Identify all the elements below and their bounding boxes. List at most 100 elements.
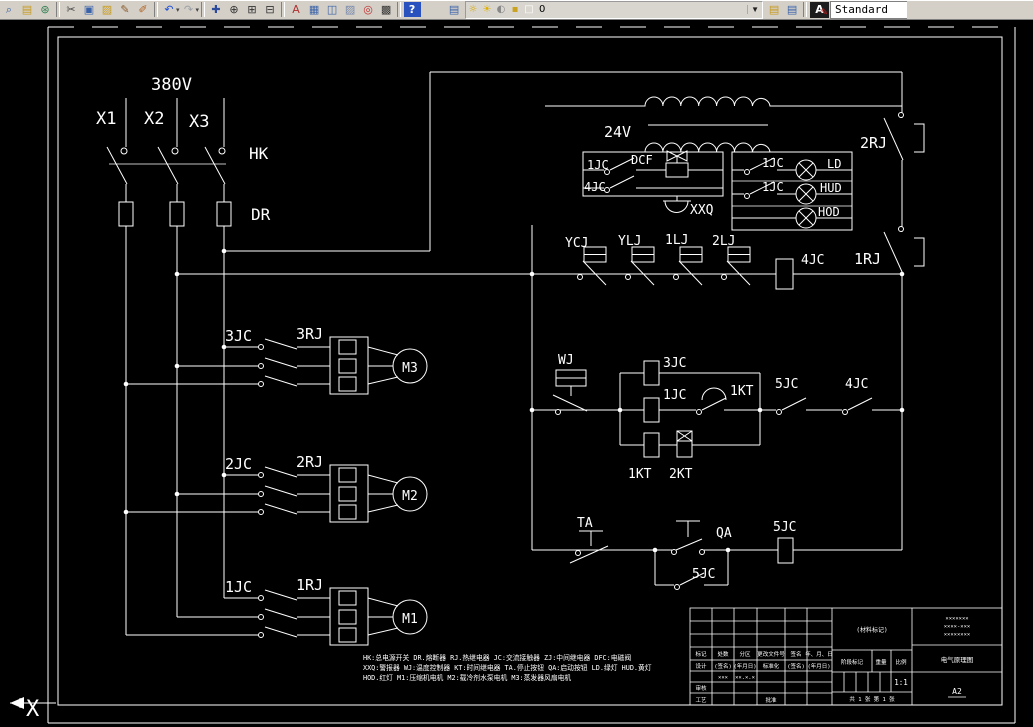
legend-line-1: HK:总电源开关 DR.熔断器 RJ.热继电器 JC:交流接触器 ZJ:中间继电… xyxy=(363,653,631,662)
titleblock-text-23: ××××××× xyxy=(945,616,968,622)
text-style-combo[interactable]: Standard xyxy=(830,0,908,19)
toolbar-separator xyxy=(154,2,158,17)
drawing-canvas[interactable]: 380V X1 X2 X3 HK DR 24V DCF 1JC 4JC XXQ 1JC 1JC LD HUD… xyxy=(0,20,1033,727)
label-dr: DR xyxy=(251,205,271,224)
lock-icon[interactable]: ◐ xyxy=(494,4,508,15)
motor-branches xyxy=(125,336,428,646)
label-dcf: DCF xyxy=(631,153,653,167)
zoom-previous-icon[interactable]: ⊟ xyxy=(262,2,279,17)
label-m1: M1 xyxy=(402,612,418,627)
text-style-icon[interactable]: A ✎ xyxy=(810,1,830,18)
toolbar-separator xyxy=(281,2,286,17)
label-coil-5jc: 5JC xyxy=(773,520,796,535)
cut-icon[interactable]: ✂ xyxy=(63,2,80,17)
titleblock-text-13: ××.×.× xyxy=(735,675,755,681)
titleblock-text-0: 标记 xyxy=(695,650,707,658)
revision-cloud-icon[interactable]: ◎ xyxy=(360,2,377,17)
titleblock-text-8: (年月日) xyxy=(733,662,756,670)
publish-web-icon[interactable]: ⊛ xyxy=(37,2,54,17)
text-match-icon[interactable]: A xyxy=(288,2,305,17)
pan-icon[interactable]: ✚ xyxy=(208,2,225,17)
junction-dots xyxy=(123,248,905,553)
titleblock-text-26: 电气原理图 xyxy=(941,655,974,664)
label-lj2: 2LJ xyxy=(712,234,735,249)
pencil-edit-icon[interactable]: ✎ xyxy=(117,2,134,17)
label-sig-1jc-b: 1JC xyxy=(762,156,784,170)
label-x1: X1 xyxy=(96,109,116,129)
bulb-on-icon[interactable]: ☼ xyxy=(466,4,480,15)
titleblock-text-20: 比例 xyxy=(895,658,907,666)
sheet-set-icon[interactable]: ◫ xyxy=(324,2,341,17)
label-qa: QA xyxy=(716,526,732,541)
layer-combo[interactable]: ☼ ☀ ◐ ▪ □ 0 ▼ xyxy=(465,0,764,19)
label-m2: M2 xyxy=(402,489,418,504)
titleblock-text-12: ××× xyxy=(718,675,728,681)
label-ld: LD xyxy=(827,157,841,171)
freeze-sun-icon[interactable]: ☀ xyxy=(480,4,494,15)
label-sig-1jc-a: 1JC xyxy=(587,158,609,172)
titleblock-text-3: 更改文件号 xyxy=(757,650,785,658)
layer-previous-icon[interactable]: ▤ xyxy=(784,2,801,17)
label-wj: WJ xyxy=(558,353,574,368)
label-xxq: XXQ xyxy=(690,203,714,218)
toolbar-separator xyxy=(201,2,206,17)
label-coil-1jc: 1JC xyxy=(663,388,686,403)
titleblock-text-2: 分区 xyxy=(739,650,751,658)
label-hk: HK xyxy=(249,144,269,163)
label-jc5-par: 5JC xyxy=(692,567,715,582)
titleblock-text-18: 阶段标记 xyxy=(841,658,864,666)
schematic-svg: 380V X1 X2 X3 HK DR 24VDCF 1JC 4JC XXQ 1JC 1JC LD HUD… xyxy=(10,26,1016,724)
toolbar-gap xyxy=(421,2,445,17)
match-properties-icon[interactable]: ✐ xyxy=(135,2,152,17)
layer-combo-dropdown-icon[interactable]: ▼ xyxy=(747,5,762,14)
label-sig-1jc-c: 1JC xyxy=(762,180,784,194)
make-layer-current-icon[interactable]: ▤ xyxy=(766,2,783,17)
titleblock-text-24: ××××-××× xyxy=(944,624,971,630)
paste-icon[interactable]: ▨ xyxy=(99,2,116,17)
titleblock-text-21: 1:1 xyxy=(894,678,908,687)
redo-button-icon: ↷ xyxy=(183,3,194,16)
label-hud: HUD xyxy=(820,181,842,195)
quickcalc-icon[interactable]: ▩ xyxy=(378,2,395,17)
label-jc4-contact: 4JC xyxy=(845,377,868,392)
table-icon[interactable]: ▦ xyxy=(306,2,323,17)
undo-button[interactable]: ↶ ▾ xyxy=(160,2,179,17)
toolbar-separator xyxy=(397,2,402,17)
label-m1-jc: 1JC xyxy=(225,578,252,596)
label-coil-4jc: 4JC xyxy=(801,253,824,268)
color-swatch-icon[interactable]: □ xyxy=(522,4,536,15)
toolbar-separator xyxy=(803,2,808,17)
label-sig-4jc: 4JC xyxy=(584,180,606,194)
titleblock-text-17: (材料标记) xyxy=(856,626,887,634)
titleblock-text-22: 共 1 张 第 1 张 xyxy=(849,695,895,703)
titleblock-text-1: 处数 xyxy=(717,650,729,658)
titleblock-text-27: A2 xyxy=(952,687,962,696)
plot-icon[interactable]: ▪ xyxy=(508,4,522,15)
copy-icon[interactable]: ▣ xyxy=(81,2,98,17)
titleblock-text-10: (签名) xyxy=(787,662,805,670)
help-icon[interactable]: ? xyxy=(403,2,421,17)
titleblock-text-25: ×××××××× xyxy=(944,632,971,638)
label-ycj: YCJ xyxy=(565,236,588,251)
redo-button[interactable]: ↷ ▾ xyxy=(180,2,200,17)
undo-button-icon: ↶ xyxy=(164,3,174,16)
legend-line-3: HOD.红灯 M1:压缩机电机 M2:载冷剂水泵电机 M3:蒸发器风扇电机 xyxy=(363,673,571,682)
markup-icon[interactable]: ▨ xyxy=(342,2,359,17)
label-v24: 24V xyxy=(604,123,631,141)
redo-button-dropdown-icon[interactable]: ▾ xyxy=(196,6,200,14)
titleblock-text-4: 签名 xyxy=(790,650,801,658)
zoom-realtime-icon[interactable]: ⊕ xyxy=(226,2,243,17)
label-m1-rj: 1RJ xyxy=(296,576,323,594)
find-icon[interactable]: ⌕ xyxy=(1,2,18,17)
layer-properties-icon[interactable]: ▤ xyxy=(446,2,463,17)
titleblock-text-7: (签名) xyxy=(714,662,732,670)
label-lj1: 1LJ xyxy=(665,233,688,248)
signal-section xyxy=(582,150,853,231)
zoom-window-icon[interactable]: ⊞ xyxy=(244,2,261,17)
designcenter-icon[interactable]: ▤ xyxy=(19,2,36,17)
label-coil-3jc: 3JC xyxy=(663,356,686,371)
label-x3: X3 xyxy=(189,112,209,132)
relay-row xyxy=(177,246,902,290)
current-layer-name: 0 xyxy=(539,4,546,15)
titleblock-text-11: (年月日) xyxy=(807,662,830,670)
